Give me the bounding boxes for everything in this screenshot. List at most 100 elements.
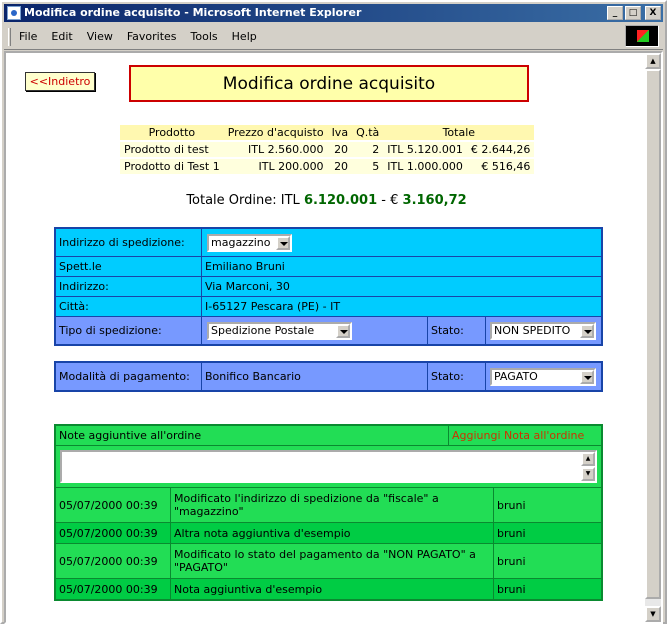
- payment-stato-select-value: PAGATO: [494, 370, 538, 383]
- indirizzo-value: Via Marconi, 30: [202, 277, 601, 296]
- table-row: Prodotto di Test 1 ITL 200.000 20 5 ITL …: [120, 159, 535, 174]
- note-date: 05/07/2000 00:39: [56, 523, 170, 543]
- note-input[interactable]: ▲ ▼: [60, 450, 597, 483]
- menu-file[interactable]: File: [19, 30, 37, 43]
- scroll-up-icon[interactable]: ▲: [581, 452, 595, 466]
- header-totale: Totale: [383, 125, 535, 140]
- note-text: Modificato lo stato del pagamento da "NO…: [171, 544, 493, 578]
- menu-help[interactable]: Help: [232, 30, 257, 43]
- vertical-scrollbar[interactable]: ▲ ▼: [645, 53, 661, 622]
- product-qty: 5: [352, 159, 384, 174]
- spettle-value: Emiliano Bruni: [202, 257, 601, 276]
- notes-section: Note aggiuntive all'ordine Aggiungi Nota…: [54, 424, 603, 601]
- menu-bar: File Edit View Favorites Tools Help: [4, 24, 663, 50]
- page-title-text: Modifica ordine acquisito: [222, 73, 436, 94]
- scroll-down-icon[interactable]: ▼: [581, 467, 595, 481]
- menu-favorites[interactable]: Favorites: [127, 30, 177, 43]
- minimize-button[interactable]: _: [607, 6, 623, 20]
- note-text: Modificato l'indirizzo di spedizione da …: [171, 488, 493, 522]
- windows-logo-icon: [625, 25, 659, 47]
- toolbar-grip[interactable]: [8, 27, 11, 46]
- page-title: Modifica ordine acquisito: [129, 65, 529, 102]
- indirizzo-row: Indirizzo: Via Marconi, 30: [56, 277, 601, 296]
- notes-header-row: Note aggiuntive all'ordine Aggiungi Nota…: [56, 426, 601, 445]
- chevron-down-icon: [276, 236, 290, 250]
- product-iva: 20: [327, 159, 353, 174]
- chevron-down-icon: [580, 324, 594, 338]
- stato-spedizione-select-value: NON SPEDITO: [494, 324, 571, 337]
- scroll-up-icon[interactable]: ▲: [645, 53, 661, 69]
- product-total-itl: ITL 1.000.000: [383, 159, 467, 174]
- stato-spedizione-select[interactable]: NON SPEDITO: [490, 322, 596, 340]
- header-prodotto: Prodotto: [120, 125, 224, 140]
- order-total-eur: 3.160,72: [402, 193, 467, 208]
- menu-tools[interactable]: Tools: [191, 30, 218, 43]
- tipo-spedizione-select[interactable]: Spedizione Postale: [207, 322, 352, 340]
- ie-icon: [7, 6, 21, 20]
- header-qta: Q.tà: [352, 125, 384, 140]
- header-prezzo: Prezzo d'acquisto: [223, 125, 328, 140]
- window-title: Modifica ordine acquisito - Microsoft In…: [24, 6, 362, 19]
- note-text: Altra nota aggiuntiva d'esempio: [171, 523, 493, 543]
- products-header-row: Prodotto Prezzo d'acquisto Iva Q.tà Tota…: [120, 125, 535, 140]
- scroll-down-icon[interactable]: ▼: [645, 606, 661, 622]
- menu-edit[interactable]: Edit: [51, 30, 72, 43]
- list-item: 05/07/2000 00:39 Altra nota aggiuntiva d…: [56, 523, 601, 543]
- note-user: bruni: [494, 523, 601, 543]
- shipping-address-select[interactable]: magazzino: [207, 234, 292, 252]
- shipping-section: Indirizzo di spedizione: magazzino Spett…: [54, 227, 603, 346]
- note-date: 05/07/2000 00:39: [56, 544, 170, 578]
- tipo-spedizione-cell: Spedizione Postale: [202, 317, 427, 344]
- product-total-eur: € 516,46: [466, 159, 535, 174]
- spettle-label: Spett.le: [56, 257, 201, 276]
- close-button[interactable]: X: [645, 6, 661, 20]
- note-user: bruni: [494, 488, 601, 522]
- list-item: 05/07/2000 00:39 Modificato lo stato del…: [56, 544, 601, 578]
- page-content: <<Indietro Modifica ordine acquisito Pro…: [6, 53, 647, 622]
- product-price: ITL 2.560.000: [223, 142, 328, 157]
- table-row: Prodotto di test ITL 2.560.000 20 2 ITL …: [120, 142, 535, 157]
- indirizzo-label: Indirizzo:: [56, 277, 201, 296]
- shipping-address-label: Indirizzo di spedizione:: [56, 229, 201, 256]
- order-total: Totale Ordine: ITL 6.120.001 - € 3.160,7…: [6, 193, 647, 208]
- product-name: Prodotto di test: [120, 142, 224, 157]
- shipping-address-cell: magazzino: [202, 229, 601, 256]
- chevron-down-icon: [336, 324, 350, 338]
- tipo-spedizione-row: Tipo di spedizione: Spedizione Postale S…: [56, 317, 601, 344]
- menu-view[interactable]: View: [87, 30, 113, 43]
- back-button[interactable]: <<Indietro: [25, 72, 95, 91]
- order-total-label: Totale Ordine: ITL: [186, 193, 300, 208]
- payment-label: Modalità di pagamento:: [56, 363, 201, 390]
- note-user: bruni: [494, 544, 601, 578]
- tipo-spedizione-label: Tipo di spedizione:: [56, 317, 201, 344]
- scroll-thumb[interactable]: [645, 69, 661, 599]
- citta-label: Città:: [56, 297, 201, 316]
- title-bar[interactable]: Modifica ordine acquisito - Microsoft In…: [4, 4, 663, 22]
- tipo-spedizione-select-value: Spedizione Postale: [211, 324, 315, 337]
- product-name: Prodotto di Test 1: [120, 159, 224, 174]
- shipping-address-row: Indirizzo di spedizione: magazzino: [56, 229, 601, 256]
- note-user: bruni: [494, 579, 601, 599]
- add-note-link[interactable]: Aggiungi Nota all'ordine: [449, 426, 601, 445]
- stato-spedizione-cell: NON SPEDITO: [486, 317, 601, 344]
- spettle-row: Spett.le Emiliano Bruni: [56, 257, 601, 276]
- note-input-wrap: ▲ ▼: [56, 446, 601, 487]
- note-date: 05/07/2000 00:39: [56, 488, 170, 522]
- order-total-itl: 6.120.001: [303, 193, 378, 208]
- payment-stato-label: Stato:: [428, 363, 485, 390]
- payment-stato-select[interactable]: PAGATO: [490, 368, 596, 386]
- list-item: 05/07/2000 00:39 Modificato l'indirizzo …: [56, 488, 601, 522]
- list-item: 05/07/2000 00:39 Nota aggiuntiva d'esemp…: [56, 579, 601, 599]
- citta-row: Città: I-65127 Pescara (PE) - IT: [56, 297, 601, 316]
- notes-header: Note aggiuntive all'ordine: [56, 426, 448, 445]
- product-total-eur: € 2.644,26: [466, 142, 535, 157]
- product-price: ITL 200.000: [223, 159, 328, 174]
- content-viewport: <<Indietro Modifica ordine acquisito Pro…: [4, 51, 663, 624]
- products-table: Prodotto Prezzo d'acquisto Iva Q.tà Tota…: [120, 123, 535, 176]
- citta-value: I-65127 Pescara (PE) - IT: [202, 297, 601, 316]
- browser-window: Modifica ordine acquisito - Microsoft In…: [0, 0, 667, 624]
- product-qty: 2: [352, 142, 384, 157]
- stato-spedizione-label: Stato:: [428, 317, 485, 344]
- maximize-button[interactable]: □: [625, 6, 641, 20]
- shipping-address-select-value: magazzino: [211, 236, 271, 249]
